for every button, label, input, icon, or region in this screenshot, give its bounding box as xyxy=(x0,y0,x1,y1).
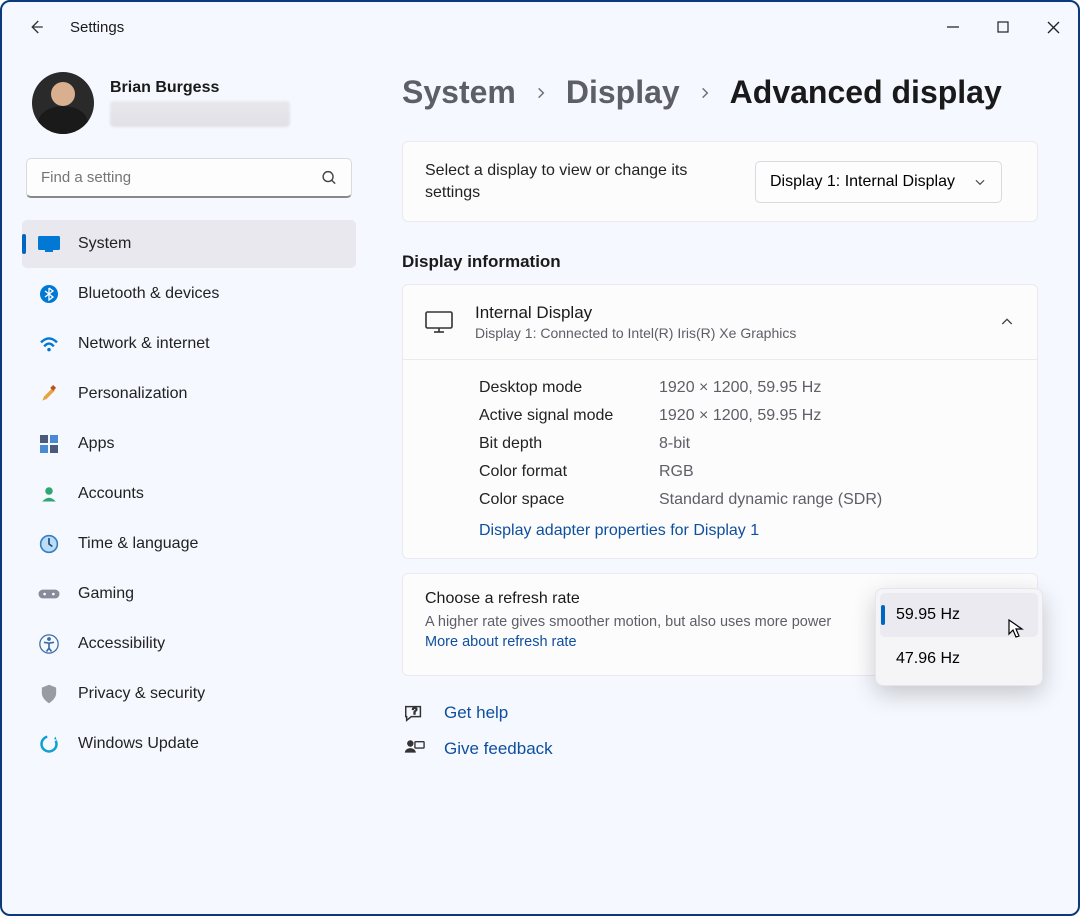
titlebar: Settings xyxy=(2,2,1078,52)
minimize-icon xyxy=(947,21,959,33)
select-display-card: Select a display to view or change its s… xyxy=(402,141,1038,222)
back-button[interactable] xyxy=(20,11,52,43)
cursor-icon xyxy=(1008,619,1024,639)
chevron-down-icon xyxy=(973,175,987,189)
breadcrumb: System Display Advanced display xyxy=(402,74,1038,111)
person-icon xyxy=(38,483,60,505)
profile-block[interactable]: Brian Burgess xyxy=(22,72,356,134)
nav-apps[interactable]: Apps xyxy=(22,420,356,468)
get-help-link[interactable]: Get help xyxy=(444,703,508,723)
refresh-option-4796[interactable]: 47.96 Hz xyxy=(880,637,1038,681)
nav-label: Gaming xyxy=(78,585,134,603)
display-select-value: Display 1: Internal Display xyxy=(770,173,955,191)
display-info-body: Desktop mode1920 × 1200, 59.95 Hz Active… xyxy=(403,359,1037,558)
close-button[interactable] xyxy=(1028,2,1078,52)
kv-key: Color format xyxy=(479,463,659,481)
feedback-icon xyxy=(402,738,426,760)
window-title: Settings xyxy=(70,19,124,36)
sidebar: Brian Burgess System Bluetooth & devices xyxy=(2,52,372,914)
nav-accounts[interactable]: Accounts xyxy=(22,470,356,518)
display-info-header[interactable]: Internal Display Display 1: Connected to… xyxy=(403,285,1037,359)
refresh-rate-card: Choose a refresh rate A higher rate give… xyxy=(402,573,1038,676)
refresh-option-5995[interactable]: 59.95 Hz xyxy=(880,593,1038,637)
give-feedback-link[interactable]: Give feedback xyxy=(444,739,553,759)
chevron-right-icon xyxy=(698,86,712,100)
clock-globe-icon xyxy=(38,533,60,555)
nav-label: System xyxy=(78,235,131,253)
refresh-subtitle: A higher rate gives smoother motion, but… xyxy=(425,612,845,653)
breadcrumb-current: Advanced display xyxy=(730,74,1002,111)
display-info-title: Internal Display xyxy=(475,303,977,323)
nav-bluetooth[interactable]: Bluetooth & devices xyxy=(22,270,356,318)
nav-label: Accessibility xyxy=(78,635,165,653)
profile-email-redacted xyxy=(110,101,290,127)
chevron-up-icon xyxy=(999,314,1015,330)
nav-personalization[interactable]: Personalization xyxy=(22,370,356,418)
breadcrumb-system[interactable]: System xyxy=(402,74,516,111)
nav-label: Bluetooth & devices xyxy=(78,285,219,303)
kv-val: Standard dynamic range (SDR) xyxy=(659,491,882,509)
back-arrow-icon xyxy=(27,18,45,36)
kv-val: 8-bit xyxy=(659,435,690,453)
kv-val: 1920 × 1200, 59.95 Hz xyxy=(659,379,821,397)
search-input[interactable] xyxy=(26,158,352,198)
chevron-right-icon xyxy=(534,86,548,100)
svg-text:?: ? xyxy=(412,706,417,716)
nav-accessibility[interactable]: Accessibility xyxy=(22,620,356,668)
shield-icon xyxy=(38,683,60,705)
maximize-icon xyxy=(997,21,1009,33)
nav-label: Network & internet xyxy=(78,335,210,353)
system-icon xyxy=(38,233,60,255)
monitor-icon xyxy=(425,311,453,333)
display-info-card: Internal Display Display 1: Connected to… xyxy=(402,284,1038,559)
adapter-properties-link[interactable]: Display adapter properties for Display 1 xyxy=(479,522,759,540)
settings-window: Settings Brian Burgess xyxy=(0,0,1080,916)
nav-label: Time & language xyxy=(78,535,198,553)
nav-label: Accounts xyxy=(78,485,144,503)
refresh-rate-dropdown: 59.95 Hz 47.96 Hz xyxy=(875,588,1043,686)
help-icon: ? xyxy=(402,702,426,724)
paintbrush-icon xyxy=(38,383,60,405)
update-icon xyxy=(38,733,60,755)
select-display-prompt: Select a display to view or change its s… xyxy=(425,160,735,203)
nav-list: System Bluetooth & devices Network & int… xyxy=(22,220,356,768)
nav-label: Apps xyxy=(78,435,114,453)
nav-label: Windows Update xyxy=(78,735,199,753)
nav-label: Privacy & security xyxy=(78,685,205,703)
nav-system[interactable]: System xyxy=(22,220,356,268)
display-info-subtitle: Display 1: Connected to Intel(R) Iris(R)… xyxy=(475,325,977,341)
close-icon xyxy=(1047,21,1060,34)
nav-windows-update[interactable]: Windows Update xyxy=(22,720,356,768)
search-icon xyxy=(321,170,338,187)
section-display-information: Display information xyxy=(402,252,1038,272)
kv-key: Bit depth xyxy=(479,435,659,453)
footer-links: ? Get help Give feedback xyxy=(402,702,1038,760)
nav-time-language[interactable]: Time & language xyxy=(22,520,356,568)
nav-label: Personalization xyxy=(78,385,187,403)
kv-val: 1920 × 1200, 59.95 Hz xyxy=(659,407,821,425)
display-select-dropdown[interactable]: Display 1: Internal Display xyxy=(755,161,1002,203)
kv-key: Color space xyxy=(479,491,659,509)
kv-key: Desktop mode xyxy=(479,379,659,397)
minimize-button[interactable] xyxy=(928,2,978,52)
kv-val: RGB xyxy=(659,463,694,481)
wifi-icon xyxy=(38,333,60,355)
maximize-button[interactable] xyxy=(978,2,1028,52)
breadcrumb-display[interactable]: Display xyxy=(566,74,680,111)
profile-name: Brian Burgess xyxy=(110,79,290,97)
nav-privacy[interactable]: Privacy & security xyxy=(22,670,356,718)
apps-icon xyxy=(38,433,60,455)
gamepad-icon xyxy=(38,583,60,605)
more-refresh-link[interactable]: More about refresh rate xyxy=(425,634,577,650)
avatar xyxy=(32,72,94,134)
main-panel: System Display Advanced display Select a… xyxy=(372,52,1078,914)
accessibility-icon xyxy=(38,633,60,655)
kv-key: Active signal mode xyxy=(479,407,659,425)
nav-gaming[interactable]: Gaming xyxy=(22,570,356,618)
nav-network[interactable]: Network & internet xyxy=(22,320,356,368)
bluetooth-icon xyxy=(38,283,60,305)
